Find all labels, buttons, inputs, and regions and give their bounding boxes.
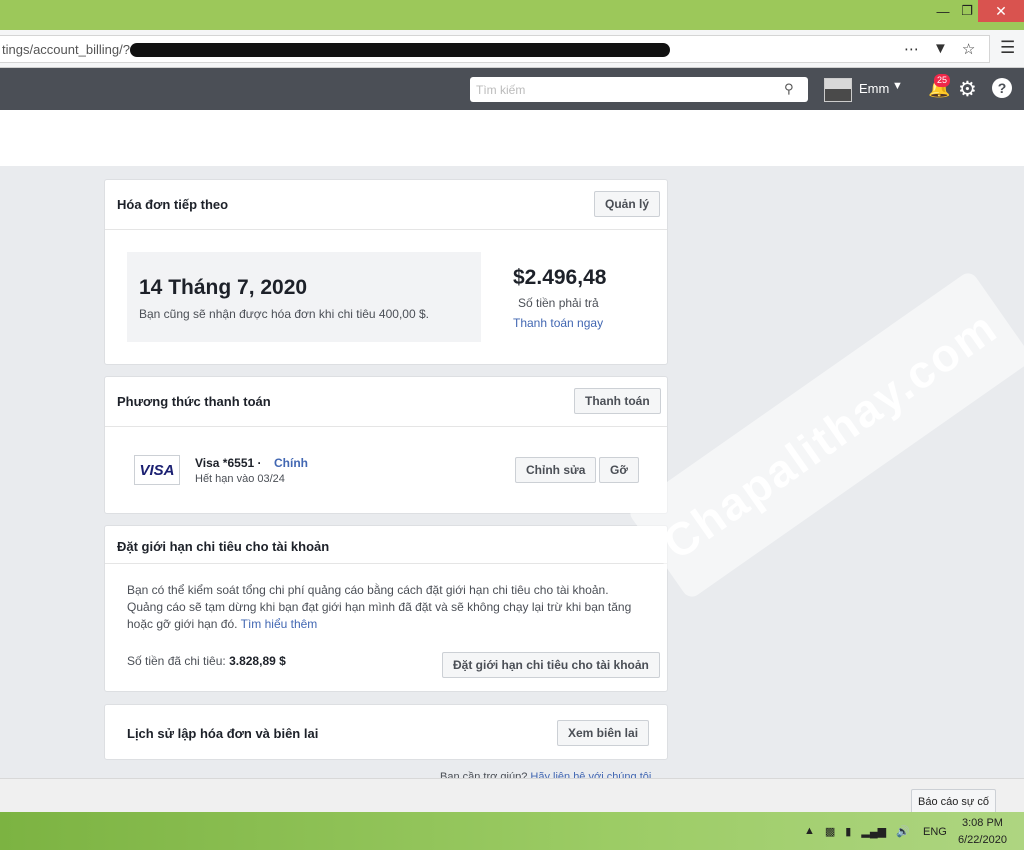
spending-limit-card: Đặt giới hạn chi tiêu cho tài khoản Bạn …	[104, 525, 668, 692]
amount-spent-label: Số tiền đã chi tiêu:	[127, 654, 226, 668]
manage-button[interactable]: Quản lý	[594, 191, 661, 217]
user-name[interactable]: Emm	[859, 81, 889, 96]
amount-due: $2.496,48	[513, 266, 607, 289]
learn-more-link[interactable]: Tìm hiểu thêm	[241, 617, 318, 631]
window-titlebar: — ❐ ✕	[0, 0, 1024, 30]
set-spending-limit-button[interactable]: Đặt giới hạn chi tiêu cho tài khoản	[442, 652, 660, 678]
close-icon[interactable]: ✕	[978, 0, 1024, 22]
page-header-strip	[0, 110, 1024, 166]
more-icon[interactable]: ⋯	[904, 40, 919, 58]
pocket-icon[interactable]: ▼	[933, 40, 948, 58]
next-bill-title: Hóa đơn tiếp theo	[117, 197, 229, 212]
amount-due-label: Số tiền phải trả	[518, 296, 599, 310]
description-text: Bạn có thể kiểm soát tổng chi phí quảng …	[127, 583, 632, 631]
payment-method-card: Phương thức thanh toán Thanh toán VISA V…	[104, 376, 668, 514]
due-date: 14 Tháng 7, 2020	[139, 276, 308, 299]
pay-now-link[interactable]: Thanh toán ngay	[513, 316, 603, 330]
hamburger-menu-icon[interactable]: ☰	[1000, 38, 1015, 58]
spending-limit-title: Đặt giới hạn chi tiêu cho tài khoản	[117, 539, 330, 554]
gear-icon[interactable]: ⚙	[958, 77, 977, 102]
amount-spent-value: 3.828,89 $	[229, 654, 286, 668]
primary-label: Chính	[274, 456, 308, 470]
clock-time[interactable]: 3:08 PM	[962, 817, 1003, 829]
system-tray: ▲ ▩ ▮ ▂▄▆ 🔊	[804, 825, 910, 838]
billing-history-title: Lịch sử lập hóa đơn và biên lai	[127, 726, 319, 741]
windows-taskbar: ▲ ▩ ▮ ▂▄▆ 🔊 ENG 3:08 PM 6/22/2020	[0, 812, 1024, 850]
battery-icon[interactable]: ▮	[845, 825, 851, 838]
browser-toolbar: tings/account_billing/?a ⋯ ▼ ☆ ☰	[0, 30, 1024, 68]
edit-card-button[interactable]: Chỉnh sửa	[515, 457, 597, 483]
bottom-bar: Báo cáo sự cố	[0, 778, 1024, 815]
card-header: Hóa đơn tiếp theo Quản lý	[105, 180, 667, 230]
facebook-top-bar: ⚲ Emm ▼ 🔔 25 ⚙ ?	[0, 68, 1024, 110]
remove-card-button[interactable]: Gỡ	[599, 457, 639, 483]
card-number: Visa *6551 ·	[195, 456, 262, 470]
spending-limit-description: Bạn có thể kiểm soát tổng chi phí quảng …	[127, 582, 647, 633]
tray-expand-icon[interactable]: ▲	[804, 825, 815, 838]
search-box[interactable]: ⚲	[470, 77, 808, 102]
volume-icon[interactable]: 🔊	[896, 825, 910, 838]
pay-button[interactable]: Thanh toán	[574, 388, 661, 414]
payment-method-title: Phương thức thanh toán	[117, 394, 271, 409]
url-redaction	[130, 43, 670, 57]
clock-date[interactable]: 6/22/2020	[958, 834, 1007, 846]
network-error-icon[interactable]: ▩	[825, 825, 835, 838]
language-indicator[interactable]: ENG	[923, 826, 947, 838]
card-header: Phương thức thanh toán Thanh toán	[105, 377, 667, 427]
watermark: Chapalithay.com	[626, 269, 1024, 601]
next-bill-card: Hóa đơn tiếp theo Quản lý 14 Tháng 7, 20…	[104, 179, 668, 365]
star-icon[interactable]: ☆	[962, 40, 975, 58]
search-icon[interactable]: ⚲	[784, 81, 794, 97]
search-input[interactable]	[470, 77, 770, 102]
visa-logo: VISA	[134, 455, 180, 485]
signal-icon[interactable]: ▂▄▆	[861, 825, 886, 838]
chevron-down-icon[interactable]: ▼	[892, 80, 903, 92]
url-text: tings/account_billing/?a	[2, 42, 138, 57]
avatar[interactable]	[824, 78, 852, 102]
help-icon[interactable]: ?	[992, 78, 1012, 98]
notification-badge: 25	[934, 74, 951, 87]
due-date-box: 14 Tháng 7, 2020 Bạn cũng sẽ nhận được h…	[127, 252, 481, 342]
billing-history-card: Lịch sử lập hóa đơn và biên lai Xem biên…	[104, 704, 668, 760]
view-receipts-button[interactable]: Xem biên lai	[557, 720, 650, 746]
amount-spent: Số tiền đã chi tiêu: 3.828,89 $	[127, 654, 286, 668]
card-expiry: Hết hạn vào 03/24	[195, 473, 285, 485]
address-bar[interactable]: tings/account_billing/?a ⋯ ▼ ☆	[0, 35, 990, 63]
card-header: Đặt giới hạn chi tiêu cho tài khoản	[105, 526, 667, 564]
threshold-note: Bạn cũng sẽ nhận được hóa đơn khi chi ti…	[139, 307, 429, 321]
